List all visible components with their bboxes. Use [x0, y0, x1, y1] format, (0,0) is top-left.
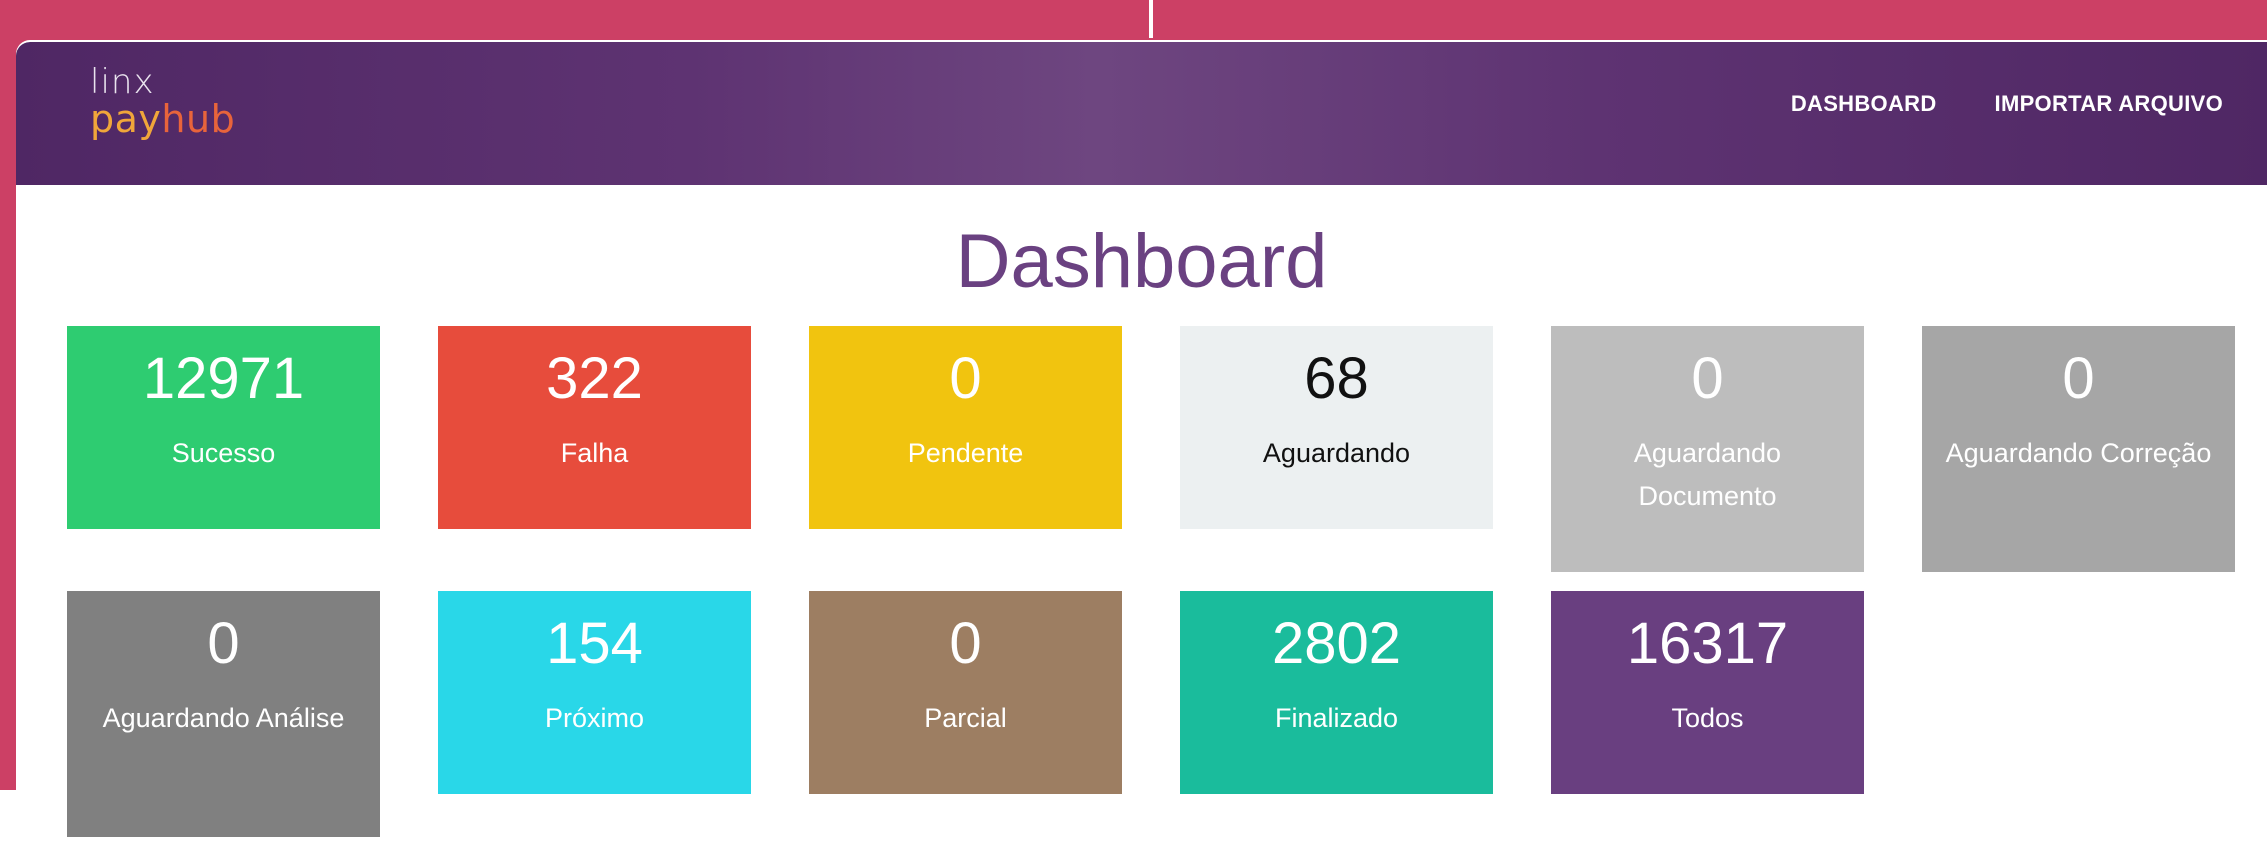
tile-label: Pendente	[907, 438, 1024, 468]
nav-dashboard-link[interactable]: DASHBOARD	[1791, 90, 1937, 118]
tile-aguardando[interactable]: 68 Aguardando	[1180, 326, 1493, 529]
tile-count: 0	[949, 611, 982, 676]
tile-count: 12971	[142, 346, 305, 411]
logo-hub: hub	[161, 97, 236, 141]
nav-importar-arquivo-link[interactable]: IMPORTAR ARQUIVO	[1995, 90, 2223, 118]
tile-label: Todos	[1671, 703, 1744, 733]
tile-aguardando-analise[interactable]: 0 Aguardando Análise	[67, 591, 380, 837]
tile-label: Próximo	[544, 703, 645, 733]
tile-count: 68	[1304, 346, 1369, 411]
tile-label: Aguardando Análise	[102, 703, 345, 733]
tile-label: Aguardando Correção	[1945, 438, 2212, 468]
tile-label: Aguardando Documento	[1633, 438, 1782, 511]
tile-count: 0	[949, 346, 982, 411]
tile-sucesso[interactable]: 12971 Sucesso	[67, 326, 380, 529]
linx-payhub-logo[interactable]: linx payhub	[90, 62, 290, 162]
tile-pendente[interactable]: 0 Pendente	[809, 326, 1122, 529]
tile-label: Finalizado	[1274, 703, 1399, 733]
tile-aguardando-documento[interactable]: 0 Aguardando Documento	[1551, 326, 1864, 572]
tile-count: 0	[1691, 346, 1724, 411]
page-title: Dashboard	[955, 219, 1328, 304]
navbar: linx payhub DASHBOARD IMPORTAR ARQUIVO	[16, 42, 2267, 185]
tile-count: 154	[546, 611, 643, 676]
nav-links: DASHBOARD IMPORTAR ARQUIVO	[1791, 90, 2223, 118]
tile-count: 0	[207, 611, 240, 676]
tile-falha[interactable]: 322 Falha	[438, 326, 751, 529]
tile-label: Sucesso	[171, 438, 276, 468]
tile-label: Parcial	[924, 703, 1007, 733]
app-window: linx payhub DASHBOARD IMPORTAR ARQUIVO D…	[16, 40, 2267, 863]
logo-pay: pay	[90, 97, 162, 141]
tile-parcial[interactable]: 0 Parcial	[809, 591, 1122, 794]
tile-proximo[interactable]: 154 Próximo	[438, 591, 751, 794]
tile-count: 16317	[1626, 611, 1789, 676]
tile-count: 322	[546, 346, 643, 411]
tile-label: Aguardando	[1262, 438, 1411, 468]
top-divider	[1149, 0, 1153, 38]
tile-todos[interactable]: 16317 Todos	[1551, 591, 1864, 794]
tile-label: Falha	[560, 438, 629, 468]
tile-finalizado[interactable]: 2802 Finalizado	[1180, 591, 1493, 794]
tile-count: 0	[2062, 346, 2095, 411]
tile-count: 2802	[1271, 611, 1402, 676]
tile-aguardando-correcao[interactable]: 0 Aguardando Correção	[1922, 326, 2235, 572]
logo-wordmark-payhub: payhub	[90, 96, 235, 142]
